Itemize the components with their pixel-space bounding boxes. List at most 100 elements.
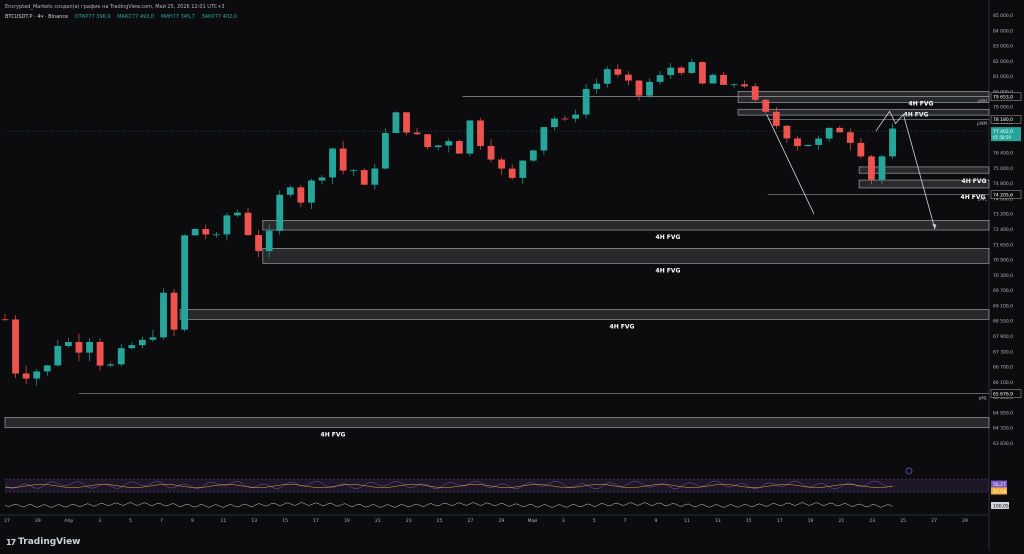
time-tick: 19 [808,518,814,524]
price-tick: 83 000,0 [993,44,1013,50]
time-tick: 29 [499,518,505,524]
candle-body [688,62,696,73]
candle-body [825,127,833,139]
fvg-zone [4,417,990,429]
candle-body [117,348,125,365]
price-tick: 64 350,0 [993,426,1013,432]
price-tick: 72 400,0 [993,227,1013,233]
price-tick: 74 800,0 [993,181,1013,187]
candle-body [593,83,601,89]
author-line: Encrypted_Markets создал(а) график на Tr… [5,4,225,10]
candle-body [181,235,189,330]
price-label: 78 180,0 [993,117,1013,123]
candlestick-chart[interactable]: 4H FVG4H FVG4H FVG4H FVG4H FVG4H FVG4H F… [0,0,1024,550]
candle-body [149,337,157,340]
candle-body [128,345,136,349]
current-price-countdown: 01:58:59 [993,135,1011,140]
candle-body [329,148,336,178]
ohlc-close: ЗАКР77 402,0 [201,14,237,20]
time-tick: 21 [839,518,845,524]
price-tick: 67 300,0 [993,349,1013,355]
price-tick: 81 000,0 [993,74,1013,80]
time-tick: 11 [220,518,226,524]
time-tick: 17 [313,518,319,524]
candle-body [656,75,664,82]
candle-body [698,62,706,84]
candle-body [498,159,506,169]
price-tick: 76 400,0 [993,151,1013,157]
candle-body [720,74,727,85]
candle-body [160,292,167,338]
time-tick: 25 [437,518,443,524]
price-tick: 63 830,0 [993,441,1013,447]
candle-body [709,74,717,84]
candle-body [54,345,62,366]
oscillator-value: 56,27 [993,482,1006,488]
time-tick: 29 [35,518,41,524]
tradingview-logo[interactable]: 17 TradingView [6,537,81,547]
chart-background [0,0,1024,550]
candle-body [836,127,844,133]
time-tick: 17 [777,518,783,524]
time-tick: 5 [593,518,596,524]
chart[interactable]: 4H FVG4H FVG4H FVG4H FVG4H FVG4H FVG4H F… [0,0,1024,550]
candle-body [730,84,738,86]
price-label: 65 676,9 [993,392,1013,398]
candle-body [212,234,220,236]
candle-body [519,160,527,178]
candle-body [22,373,30,379]
price-tick: 66 700,0 [993,365,1013,371]
candle-body [815,138,823,145]
candle-body [276,194,284,231]
lower-value: 100,05 k [993,504,1013,510]
candle-body [572,114,579,119]
candle-body [234,212,241,216]
symbol-legend[interactable]: BTCUSDT.P · 4ч · Binance ОТКР77 396,9 МА… [5,14,242,20]
candle-body [75,342,83,353]
candle-body [170,292,178,330]
candle-body [878,156,886,180]
time-tick: 29 [962,518,968,524]
time-tick: Апр [64,518,73,524]
time-tick: 23 [406,518,412,524]
level-tag: pWH [977,99,987,104]
candle-body [646,81,653,96]
candle-body [434,145,442,148]
ohlc-open: ОТКР77 396,9 [74,14,111,20]
time-tick: 7 [624,518,627,524]
candle-body [64,342,72,346]
price-tick: 70 900,0 [993,258,1013,264]
candle-body [603,69,611,84]
candle-body [33,371,41,379]
oscillator-value: 47,54 [993,489,1006,495]
candle-body [12,319,19,374]
candle-body [413,132,421,135]
candle-body [286,187,294,195]
price-label: 79 653,0 [993,95,1013,101]
price-tick: 69 700,0 [993,288,1013,294]
price-tick: 64 950,0 [993,410,1013,416]
time-tick: 9 [655,518,658,524]
candle-body [107,364,115,366]
fvg-label: 4H FVG [656,234,681,241]
tradingview-logo-text: TradingView [18,537,81,547]
price-tick: 85 000,0 [993,13,1013,19]
price-tick: 69 100,0 [993,303,1013,309]
price-tick: 66 100,0 [993,380,1013,386]
level-tag: pWL [978,197,987,202]
price-tick: 75 600,0 [993,166,1013,172]
candle-body [677,67,685,73]
symbol-name[interactable]: BTCUSDT.P · 4ч · Binance [5,14,68,20]
candle-body [783,125,791,139]
time-tick: 9 [191,518,194,524]
candle-body [255,235,262,252]
candle-body [667,67,675,76]
candle-body [582,88,590,115]
candle-body [371,168,379,185]
tradingview-logo-icon: 17 [6,537,16,547]
candle-body [635,80,643,96]
time-tick: 7 [160,518,163,524]
candle-body [350,170,358,171]
fvg-zone [262,220,990,231]
candle-body [360,170,368,185]
